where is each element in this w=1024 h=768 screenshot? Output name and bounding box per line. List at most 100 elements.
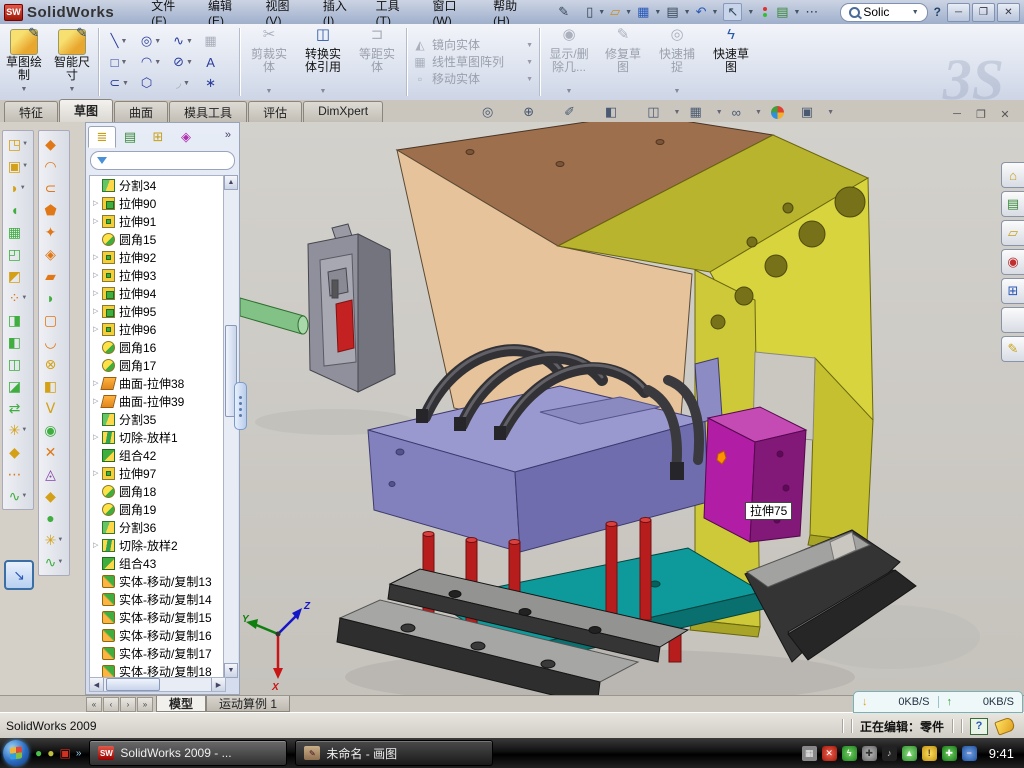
ribbon-tab[interactable]: 特征 xyxy=(4,101,58,122)
toolbar-icon[interactable]: ↖ ▼ xyxy=(721,2,756,22)
tree-item[interactable]: ▷ 组合42 xyxy=(90,446,225,464)
toolbar-icon[interactable]: ◗ ▼ xyxy=(10,178,25,198)
toolbar-icon[interactable]: ◰ ▼ xyxy=(8,244,28,264)
document-window-button[interactable]: ─ xyxy=(948,106,966,122)
tree-item[interactable]: ▷ 圆角19 xyxy=(90,500,225,518)
tree-item[interactable]: ▷ 实体-移动/复制14 xyxy=(90,590,225,608)
chevron-down-icon[interactable]: ▼ xyxy=(183,80,190,87)
taskbar-button[interactable]: ✎ 未命名 - 画图 xyxy=(295,740,493,766)
tree-item[interactable]: ▷ 拉伸94 xyxy=(90,284,225,302)
tree-item[interactable]: ▷ 拉伸90 xyxy=(90,194,225,212)
toolbar-icon[interactable]: ◠ ▼ xyxy=(44,156,63,176)
chevron-down-icon[interactable]: ▼ xyxy=(22,141,28,147)
tree-item[interactable]: ▷ 分割34 xyxy=(90,176,225,194)
ribbon-tab[interactable]: DimXpert xyxy=(303,101,383,122)
tab-nav-button[interactable]: ‹ xyxy=(103,697,119,712)
sketch-entity-button[interactable]: ╲ ▼ xyxy=(103,31,135,52)
ribbon-tab[interactable]: 模具工具 xyxy=(169,101,247,122)
toolbar-icon[interactable]: ◨ ▼ xyxy=(8,310,28,330)
command-big-button[interactable]: 智能尺寸 ▼ xyxy=(49,26,95,98)
toolbar-icon[interactable]: ◪ ▼ xyxy=(8,376,28,396)
tree-item[interactable]: ▷ 实体-移动/复制15 xyxy=(90,608,225,626)
view-tool-icon[interactable]: ∞ ▼ xyxy=(732,105,762,120)
toolbar-icon[interactable]: ▤ ▼ xyxy=(774,2,802,22)
toolbar-icon[interactable]: ◧ ▼ xyxy=(8,332,28,352)
tree-item[interactable]: ▷ 圆角18 xyxy=(90,482,225,500)
command-button[interactable]: ◭ 镜向实体 ▼ xyxy=(413,38,533,53)
chevron-down-icon[interactable]: ▼ xyxy=(21,83,28,98)
tray-icon[interactable]: ✕ xyxy=(822,746,837,761)
chevron-down-icon[interactable]: ▼ xyxy=(266,85,273,98)
chevron-down-icon[interactable]: ▼ xyxy=(566,85,573,98)
tree-item[interactable]: ▷ 圆角17 xyxy=(90,356,225,374)
view-tool-icon[interactable]: ▼ xyxy=(771,106,792,119)
tree-item[interactable]: ▷ 拉伸97 xyxy=(90,464,225,482)
sketch-entity-button[interactable]: □ ▼ xyxy=(103,52,135,73)
expand-arrow-icon[interactable]: ▷ xyxy=(93,253,102,261)
toolbar-icon[interactable]: ⁘ ▼ xyxy=(9,288,28,308)
toolbar-icon[interactable]: ◫ ▼ xyxy=(8,354,28,374)
toolbar-icon[interactable]: ◩ ▼ xyxy=(8,266,28,286)
toolbar-icon[interactable]: ⋯ ▼ xyxy=(803,2,832,22)
chevron-down-icon[interactable]: ▼ xyxy=(20,185,26,191)
task-pane-tab[interactable]: ⊞ xyxy=(1001,278,1024,304)
toolbar-icon[interactable]: ◖ ▼ xyxy=(10,200,25,220)
toolbar-icon[interactable]: ∿ ▼ xyxy=(45,552,64,572)
tree-item[interactable]: ▷ 切除-放样2 xyxy=(90,536,225,554)
tree-filter-input[interactable] xyxy=(90,151,235,170)
document-tab[interactable]: 模型 xyxy=(156,696,206,712)
tag-icon[interactable] xyxy=(994,716,1016,735)
tree-item[interactable]: ▷ 拉伸95 xyxy=(90,302,225,320)
tray-icon[interactable]: ϟ xyxy=(842,746,857,761)
task-pane-tab[interactable]: ▱ xyxy=(1001,220,1024,246)
toolbar-icon[interactable]: ⋯ ▼ xyxy=(8,464,29,484)
toolbar-icon[interactable]: ∿ ▼ xyxy=(9,486,28,506)
tree-item[interactable]: ▷ 实体-移动/复制13 xyxy=(90,572,225,590)
view-tool-icon[interactable]: ◧ ▼ xyxy=(605,104,638,120)
toolbar-icon[interactable]: ◆ ▼ xyxy=(45,134,63,154)
tree-item[interactable]: ▷ 实体-移动/复制16 xyxy=(90,626,225,644)
help-button[interactable]: ? xyxy=(928,5,947,19)
sketch-entity-button[interactable]: ◎ ▼ xyxy=(135,31,167,52)
tree-item[interactable]: ▷ 组合43 xyxy=(90,554,225,572)
command-button[interactable]: ◫ 转换实体引用 ▼ xyxy=(296,24,350,100)
taskbar-button[interactable]: SW SolidWorks 2009 - ... xyxy=(89,740,287,766)
expand-arrow-icon[interactable]: ▷ xyxy=(93,325,102,333)
chevron-down-icon[interactable]: ▼ xyxy=(154,38,161,45)
quick-launch-icon[interactable]: ▣ xyxy=(60,746,71,760)
window-button[interactable]: ❐ xyxy=(972,3,995,22)
chevron-down-icon[interactable]: ▼ xyxy=(154,59,161,66)
document-window-button[interactable]: ✕ xyxy=(996,106,1014,122)
panel-tab[interactable]: ▤ xyxy=(116,126,144,148)
toolbar-icon[interactable]: ◗ ▼ xyxy=(46,288,61,308)
toolbar-icon[interactable]: Ⅴ ▼ xyxy=(46,398,63,418)
expand-arrow-icon[interactable]: ▷ xyxy=(93,433,102,441)
ribbon-tab[interactable]: 曲面 xyxy=(114,101,168,122)
toolbar-icon[interactable]: ⊗ ▼ xyxy=(45,354,64,374)
quick-launch-icon[interactable]: » xyxy=(76,748,82,759)
chevron-down-icon[interactable]: ▼ xyxy=(674,109,681,116)
toolbar-icon[interactable]: ✦ ▼ xyxy=(45,222,64,242)
toolbar-icon[interactable]: ▱ ▼ xyxy=(608,2,634,22)
chevron-down-icon[interactable]: ▼ xyxy=(716,109,723,116)
command-button[interactable]: ✎ 修复草图 ▼ xyxy=(596,24,650,100)
tree-horizontal-scrollbar[interactable]: ◀ ▶ xyxy=(89,677,226,692)
tree-item[interactable]: ▷ 实体-移动/复制18 xyxy=(90,662,225,678)
scroll-down-button[interactable]: ▼ xyxy=(224,663,238,678)
chevron-down-icon[interactable]: ▼ xyxy=(22,163,28,169)
chevron-down-icon[interactable]: ▼ xyxy=(21,427,27,433)
task-pane-tab[interactable] xyxy=(1001,307,1024,333)
tree-item[interactable]: ▷ 曲面-拉伸39 xyxy=(90,392,225,410)
document-window-button[interactable]: ❐ xyxy=(972,106,990,122)
view-tool-icon[interactable]: ⊕ ▼ xyxy=(523,104,555,120)
task-pane-tab[interactable]: ◉ xyxy=(1001,249,1024,275)
view-tool-icon[interactable]: ▦ ▼ xyxy=(689,104,722,120)
graphics-viewport[interactable]: Y Z X 拉伸75 ⌂ ▤ ▱ ◉ xyxy=(240,122,1024,695)
task-pane-tab[interactable]: ⌂ xyxy=(1001,162,1024,188)
tab-nav-button[interactable]: « xyxy=(86,697,102,712)
quick-launch-icon[interactable]: ● xyxy=(35,746,42,760)
tray-icon[interactable]: ! xyxy=(922,746,937,761)
chevron-down-icon[interactable]: ▼ xyxy=(21,295,27,301)
scroll-left-button[interactable]: ◀ xyxy=(90,678,104,691)
chevron-down-icon[interactable]: ▼ xyxy=(186,59,193,66)
